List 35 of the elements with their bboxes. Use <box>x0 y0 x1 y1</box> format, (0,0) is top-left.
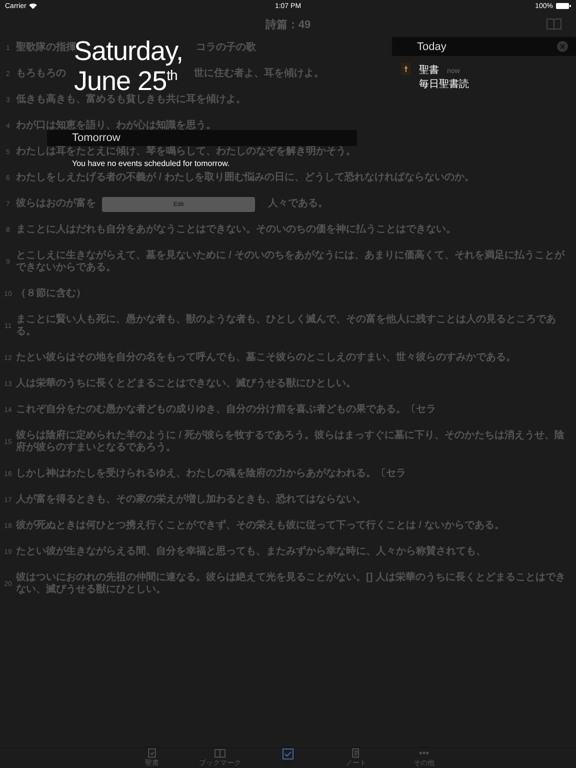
verse-text: 彼らはおのが富を <box>16 198 96 210</box>
verse-text: 人が富を得るときも、その家の栄えが増し加わるときも、恐れてはならない。 <box>16 494 366 506</box>
verse-text: まことに人はだれも自分をあがなうことはできない。そのいのちの価を神に払うことはできない。 <box>16 224 456 236</box>
verse-text: 聖歌隊の指揮 <box>16 42 76 53</box>
verse-text: とこしえに生きながらえて、墓を見ないために / そのいのちをあがなうには、あまりに価高くて、それを満足に払うことができないからである。 <box>16 250 566 274</box>
verse-text: （８節に含む） <box>16 288 86 300</box>
verse-text: 世に住む者よ、耳を傾けよ。 <box>194 68 324 80</box>
wifi-icon <box>29 3 38 9</box>
verse-text: 人は栄華のうちに長くとどまることはできない、滅びうせる獣にひとしい。 <box>16 378 356 390</box>
battery-icon <box>556 3 571 9</box>
verse-text: 彼はついにおのれの先祖の仲間に連なる。彼らは絶えて光を見ることがない。[] 人は栄華のうちに長くとどまることはできない、滅びうせる獣にひとしい。 <box>16 572 566 596</box>
verse-text: たとい彼が生きながらえる間、自分を幸福と思っても、またみずから幸な時に、人々から称賛されても、 <box>16 546 486 558</box>
section-title: Today <box>417 40 446 52</box>
verse-text: コラの子の歌 <box>196 42 256 54</box>
verse-text: たとい彼らはその地を自分の名をもって呼んでも、墓こそ彼らのとこしえのすまい、世々彼らのすみかである。 <box>16 352 516 364</box>
app-name: 聖書 <box>419 64 439 77</box>
verse-text: これぞ自分をたのむ愚かな者どもの成りゆき、自分の分け前を喜ぶ者どもの果である。〔セラ <box>16 404 436 416</box>
verse-text: もろもろの <box>16 68 66 80</box>
open-book-icon <box>213 748 227 758</box>
verse-text: 彼らは陰府に定められた羊のように / 死が彼らを牧するであろう。彼らはまっすぐに墓に下り、そのかたちは消えうせ、陰府が彼らのすまいとなるであろう。 <box>16 430 566 454</box>
verse-text: まことに賢い人も死に、愚かな者も、獣のような者も、ひとしく滅んで、その富を他人に残すことは人の見るところである。 <box>16 314 557 338</box>
open-book-icon[interactable] <box>546 17 562 31</box>
verse-text: 彼が死ぬときは何ひとつ携え行くことができず、その栄えも彼に従って下って行くことは / ないからである。 <box>16 520 504 532</box>
verse-text: わが口は知恵を語り、わが心は知識を思う。 <box>16 120 216 132</box>
verse-text: 低きも高きも、富めるも貧しきも共に耳を傾けよ。 <box>16 94 246 106</box>
verse-text: わたしをしえたげる者の不義が / わたしを取り囲む悩みの日に、どうして恐れなければならないのか。 <box>16 172 474 184</box>
date-heading: Saturday, <box>74 36 184 66</box>
calendar-check-icon <box>281 748 295 760</box>
verse-text: しかし神はわたしを受けられるゆえ、わたしの魂を陰府の力からあがなわれる。〔セラ <box>16 468 406 480</box>
verse-text: 人々である。 <box>268 198 328 210</box>
verse-text: わたしは耳をたとえに傾け、琴を鳴らして、わたしのなぞを解き明かそう。 <box>16 146 356 158</box>
no-events-message: You have no events scheduled for tomorrow. <box>72 159 230 168</box>
section-title: Tomorrow <box>72 132 120 144</box>
chapter-title: 詩篇：49 <box>265 18 311 32</box>
notification-text: 毎日聖書読 <box>419 78 469 91</box>
